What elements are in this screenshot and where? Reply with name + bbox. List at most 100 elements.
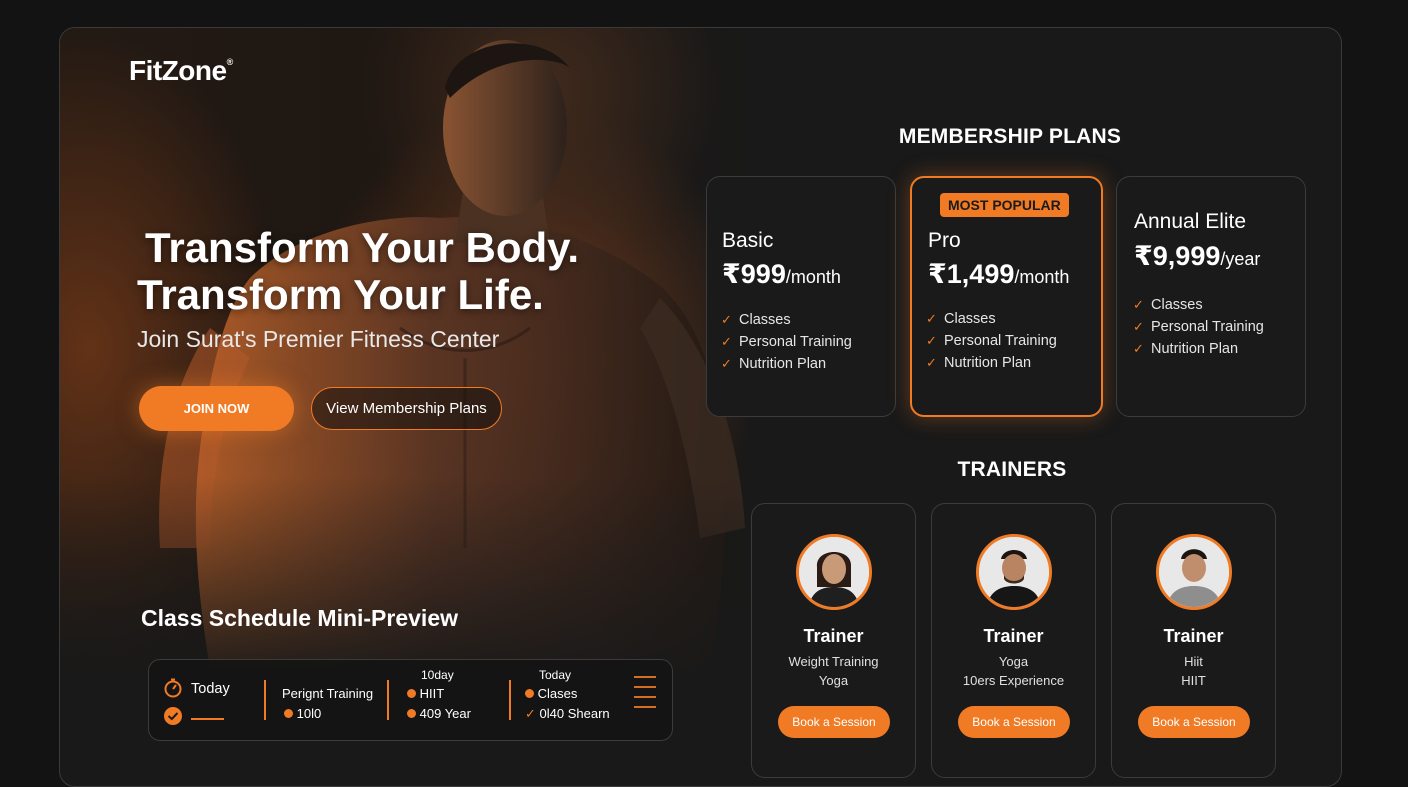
plan-price-period: /month xyxy=(1014,267,1070,287)
plan-features: ✓ Classes ✓ Personal Training ✓ Nutrition P… xyxy=(926,308,1057,374)
plan-name: Basic xyxy=(722,229,774,252)
status-dot xyxy=(407,709,416,718)
feature-label: Nutrition Plan xyxy=(1151,341,1239,357)
plan-price: ₹1,499/month xyxy=(928,259,1069,290)
feature-label: Classes xyxy=(739,312,791,328)
headline-line-1: Transform Your Body. xyxy=(145,224,580,271)
trainers-title: TRAINERS xyxy=(957,458,1067,481)
plan-price-period: /year xyxy=(1220,249,1261,269)
registered-mark: ® xyxy=(226,57,234,67)
trainer-card[interactable]: Trainer Yoga 10ers Experience Book a Ses… xyxy=(931,503,1096,778)
check-icon: ✓ xyxy=(1133,341,1144,356)
plan-card-basic[interactable]: Basic ₹999/month ✓ Classes ✓ Personal Trai… xyxy=(706,176,896,417)
trainer-photo xyxy=(979,537,1049,607)
feature-label: Nutrition Plan xyxy=(944,355,1032,371)
schedule-today-label: Today xyxy=(191,681,230,697)
schedule-class-item: 409 Year xyxy=(407,706,471,721)
most-popular-badge: MOST POPULAR xyxy=(940,193,1069,217)
plan-name: Pro xyxy=(928,229,961,252)
brand-logo-text: FitZone xyxy=(129,55,227,86)
plan-feature: ✓ Classes xyxy=(721,309,852,331)
feature-label: Personal Training xyxy=(739,334,852,350)
headline-line-2: Transform Your Life. xyxy=(137,271,544,318)
trainer-experience: 10ers Experience xyxy=(962,673,1065,688)
trainer-specialty-2: HIIT xyxy=(1181,673,1206,688)
check-icon: ✓ xyxy=(721,356,732,371)
plan-price-period: /month xyxy=(785,267,841,287)
schedule-class-item: ✓ 0l40 Shearn xyxy=(525,706,610,722)
timer-icon xyxy=(164,678,182,698)
plan-features: ✓ Classes ✓ Personal Training ✓ Nutrition P… xyxy=(1133,294,1264,360)
trainer-specialty: Yoga xyxy=(998,654,1029,669)
trainer-photo xyxy=(1159,537,1229,607)
column-divider xyxy=(509,680,511,720)
book-session-button[interactable]: Book a Session xyxy=(1138,706,1250,738)
hero-subheadline: Join Surat's Premier Fitness Center xyxy=(137,326,500,352)
trainer-name: Trainer xyxy=(803,626,864,646)
hero-headline: Transform Your Body. Transform Your Life… xyxy=(137,224,579,318)
check-circle-icon xyxy=(164,707,182,725)
feature-label: Nutrition Plan xyxy=(739,356,827,372)
plan-feature: ✓ Nutrition Plan xyxy=(721,353,852,375)
book-session-button[interactable]: Book a Session xyxy=(958,706,1070,738)
schedule-title: Class Schedule Mini-Preview xyxy=(141,605,459,631)
check-icon: ✓ xyxy=(926,333,937,348)
check-icon: ✓ xyxy=(1133,319,1144,334)
column-divider xyxy=(387,680,389,720)
plan-name: Annual Elite xyxy=(1134,210,1247,233)
schedule-class-item: 10l0 xyxy=(284,706,321,721)
status-dot xyxy=(284,709,293,718)
trainer-name: Trainer xyxy=(1163,626,1224,646)
plan-price-amount: ₹9,999 xyxy=(1134,241,1221,271)
trainer-avatar xyxy=(1156,534,1232,610)
schedule-class-name: Clases xyxy=(537,686,578,701)
plan-feature: ✓ Classes xyxy=(926,308,1057,330)
membership-plans-title: MEMBERSHIP PLANS xyxy=(898,125,1122,148)
join-now-button[interactable]: JOIN NOW xyxy=(139,386,294,431)
plan-card-pro[interactable]: MOST POPULAR Pro ₹1,499/month ✓ Classes ✓… xyxy=(910,176,1103,417)
trainer-card[interactable]: Trainer Hiit HIIT Book a Session xyxy=(1111,503,1276,778)
check-icon: ✓ xyxy=(721,334,732,349)
schedule-class-time: 409 Year xyxy=(419,706,471,721)
today-underline xyxy=(191,718,224,720)
check-icon: ✓ xyxy=(1133,297,1144,312)
schedule-preview-card[interactable]: Today Perignt Training 10l0 10day HIIT 4… xyxy=(148,659,673,741)
plan-price-amount: ₹1,499 xyxy=(928,259,1015,289)
schedule-day-header: 10day xyxy=(421,668,454,682)
check-icon: ✓ xyxy=(926,355,937,370)
feature-label: Personal Training xyxy=(944,333,1057,349)
check-icon: ✓ xyxy=(721,312,732,327)
trainer-specialty: Weight Training xyxy=(788,654,879,669)
schedule-class-title: Perignt Training xyxy=(282,686,374,701)
trainer-avatar xyxy=(796,534,872,610)
trainer-name: Trainer xyxy=(983,626,1044,646)
book-session-button[interactable]: Book a Session xyxy=(778,706,890,738)
brand-logo[interactable]: FitZone® xyxy=(129,55,233,87)
status-dot xyxy=(407,689,416,698)
check-icon: ✓ xyxy=(926,311,937,326)
schedule-class-time: 10l0 xyxy=(296,706,322,721)
view-membership-plans-button[interactable]: View Membership Plans xyxy=(311,387,502,430)
trainer-avatar xyxy=(976,534,1052,610)
schedule-class-time: 0l40 Shearn xyxy=(539,706,610,721)
schedule-day-header: Today xyxy=(539,668,572,682)
plan-price-amount: ₹999 xyxy=(722,259,786,289)
plan-price: ₹999/month xyxy=(722,259,841,290)
trainer-photo xyxy=(799,537,869,607)
feature-label: Classes xyxy=(1151,297,1203,313)
column-divider xyxy=(264,680,266,720)
trainer-specialty: Hiit xyxy=(1184,654,1203,669)
trainer-card[interactable]: Trainer Weight Training Yoga Book a Sess… xyxy=(751,503,916,778)
plan-feature: ✓ Nutrition Plan xyxy=(926,352,1057,374)
check-icon: ✓ xyxy=(525,706,536,721)
status-dot xyxy=(525,689,534,698)
feature-label: Personal Training xyxy=(1151,319,1264,335)
schedule-class-name: HIIT xyxy=(419,686,445,701)
plan-feature: ✓ Nutrition Plan xyxy=(1133,338,1264,360)
plan-feature: ✓ Personal Training xyxy=(926,330,1057,352)
plan-feature: ✓ Classes xyxy=(1133,294,1264,316)
plan-features: ✓ Classes ✓ Personal Training ✓ Nutrition P… xyxy=(721,309,852,375)
plan-price: ₹9,999/year xyxy=(1134,241,1260,272)
menu-icon[interactable] xyxy=(633,675,657,711)
plan-card-annual-elite[interactable]: Annual Elite ₹9,999/year ✓ Classes ✓ Perso… xyxy=(1116,176,1306,417)
